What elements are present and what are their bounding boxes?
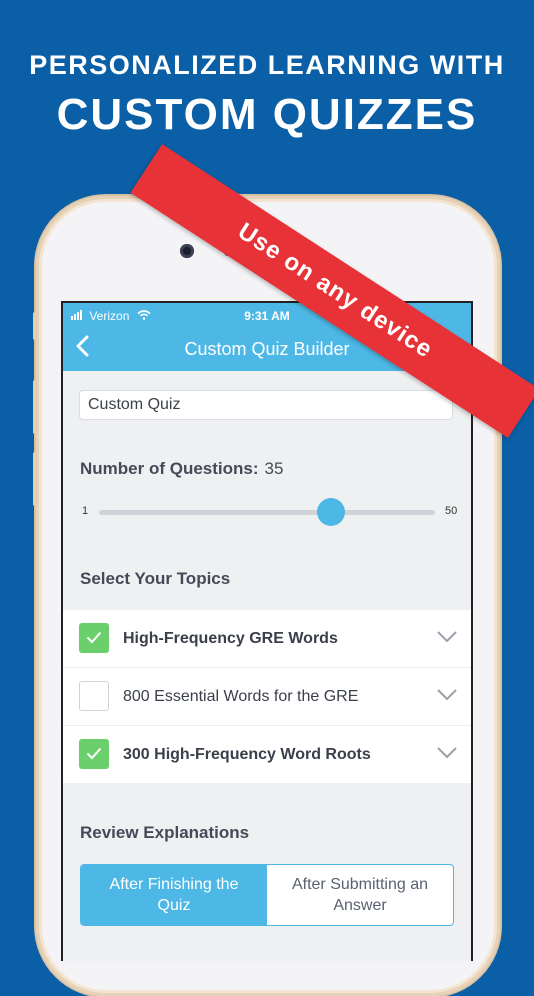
phone-speaker [224,248,314,256]
topic-row[interactable]: High-Frequency GRE Words [63,610,471,668]
topic-label: High-Frequency GRE Words [123,630,338,647]
nav-bar: Custom Quiz Builder [63,327,471,371]
phone-screen: Verizon 9:31 AM Custom Quiz Builder Numb… [61,301,473,961]
topic-label: 300 High-Frequency Word Roots [123,746,371,763]
questions-label: Number of Questions: [80,459,259,478]
chevron-down-icon[interactable] [437,747,457,759]
phone-power-button [496,380,501,436]
topics-heading: Select Your Topics [80,569,231,588]
checkbox-checked[interactable] [79,739,109,769]
headline-line-2: CUSTOM QUIZZES [56,90,478,139]
review-heading: Review Explanations [80,823,250,842]
chevron-down-icon[interactable] [437,689,457,701]
checkbox-checked[interactable] [79,623,109,653]
segment-after-answer[interactable]: After Submitting an Answer [267,865,453,925]
questions-label-row: Number of Questions: 35 [80,459,283,479]
checkmark-icon [86,631,102,644]
checkbox-unchecked[interactable] [79,681,109,711]
slider-min-label: 1 [82,505,89,517]
topics-list: High-Frequency GRE Words 800 Essential W… [63,610,471,783]
slider-max-label: 50 [445,505,458,517]
topic-row[interactable]: 800 Essential Words for the GRE [63,668,471,726]
questions-slider-thumb[interactable] [317,498,345,526]
phone-mute-switch [33,312,38,340]
status-bar: Verizon 9:31 AM [63,303,471,327]
phone-volume-down [33,452,38,506]
nav-title: Custom Quiz Builder [184,339,350,359]
status-time: 9:31 AM [244,309,290,323]
headline-line-1: PERSONALIZED LEARNING WITH [29,50,505,80]
topic-label: 800 Essential Words for the GRE [123,688,359,705]
questions-slider-track[interactable] [99,510,435,515]
phone-camera [180,244,194,258]
questions-count: 35 [264,459,284,478]
chevron-down-icon[interactable] [437,631,457,643]
segment-after-quiz[interactable]: After Finishing the Quiz [81,865,267,925]
quiz-name-input[interactable] [79,390,453,420]
checkmark-icon [86,747,102,760]
topic-row[interactable]: 300 High-Frequency Word Roots [63,726,471,783]
phone-volume-up [33,380,38,434]
review-segmented-control: After Finishing the Quiz After Submittin… [80,864,454,926]
